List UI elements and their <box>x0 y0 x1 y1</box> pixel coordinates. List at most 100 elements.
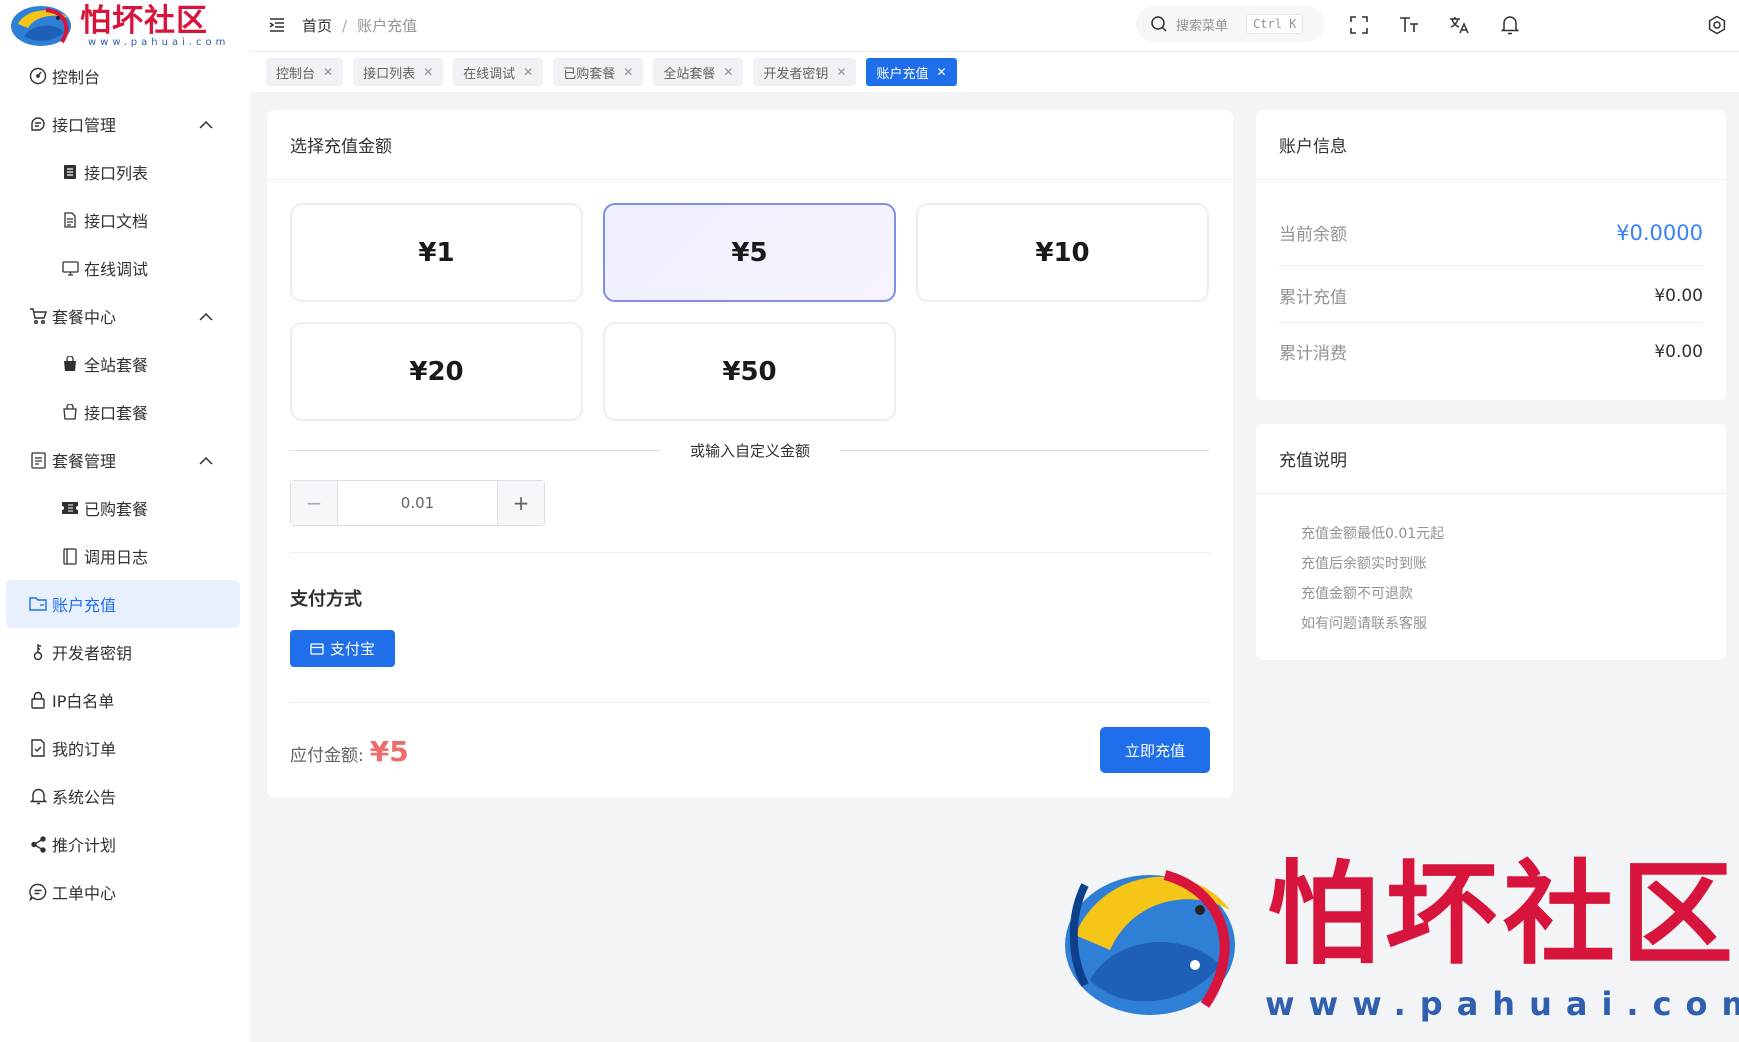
menu-fold-icon[interactable] <box>268 16 286 34</box>
row-divider <box>1279 322 1703 323</box>
balance-label: 当前余额 <box>1279 225 1347 245</box>
chevron-up-icon[interactable] <box>198 309 214 325</box>
key-icon <box>28 642 48 662</box>
close-icon[interactable]: ✕ <box>523 65 533 79</box>
bag-icon <box>60 402 80 422</box>
custom-amount-label: 或输入自定义金额 <box>689 442 810 460</box>
log-icon <box>60 546 80 566</box>
custom-amount-stepper: − 0.01 + <box>290 480 545 526</box>
translate-icon[interactable] <box>1448 14 1470 36</box>
sidebar-item-package-manage[interactable]: 套餐管理 <box>0 436 250 484</box>
breadcrumb-current: 账户充值 <box>357 17 418 35</box>
tab-online-debug[interactable]: 在线调试 ✕ <box>453 58 544 86</box>
section-divider <box>290 702 1210 703</box>
notification-bell-icon[interactable] <box>1499 14 1521 36</box>
breadcrumb-separator: / <box>342 16 348 35</box>
close-icon[interactable]: ✕ <box>423 65 433 79</box>
sidebar-item-label: IP白名单 <box>52 692 115 711</box>
list-item: 充值金额不可退款 <box>1301 586 1413 602</box>
tab-dashboard[interactable]: 控制台 ✕ <box>266 58 344 86</box>
sidebar-item-developer-key[interactable]: 开发者密钥 <box>0 628 250 676</box>
tab-account-recharge[interactable]: 账户充值 ✕ <box>866 58 957 86</box>
ticket-icon <box>60 498 80 518</box>
package-manage-icon <box>28 450 48 470</box>
tab-label: 接口列表 <box>363 66 416 82</box>
sidebar-item-label: 工单中心 <box>52 884 117 903</box>
sidebar-item-label: 调用日志 <box>84 548 149 567</box>
sidebar-item-ticket-center[interactable]: 工单中心 <box>0 868 250 916</box>
bell-icon <box>28 786 48 806</box>
card-icon <box>310 642 324 655</box>
total-spend-row: 累计消费 ¥0.00 <box>1279 339 1703 365</box>
sidebar-item-api-doc[interactable]: 接口文档 <box>0 196 250 244</box>
sidebar-item-call-log[interactable]: 调用日志 <box>0 532 250 580</box>
sidebar-item-label: 我的订单 <box>52 740 117 759</box>
amount-option-10[interactable]: ¥10 <box>916 203 1209 302</box>
search-placeholder: 搜索菜单 <box>1176 18 1229 34</box>
breadcrumb-home[interactable]: 首页 <box>302 15 332 36</box>
sidebar-item-ip-whitelist[interactable]: IP白名单 <box>0 676 250 724</box>
amount-option-5[interactable]: ¥5 <box>603 203 896 302</box>
tab-site-package[interactable]: 全站套餐 ✕ <box>653 58 744 86</box>
chevron-up-icon[interactable] <box>198 453 214 469</box>
chevron-up-icon[interactable] <box>198 117 214 133</box>
increase-button[interactable]: + <box>498 481 544 525</box>
account-info-card: 账户信息 当前余额 ¥0.0000 累计充值 ¥0.00 累计消费 ¥0.00 <box>1256 110 1726 400</box>
tab-developer-key[interactable]: 开发者密钥 ✕ <box>753 58 857 86</box>
sidebar-item-my-orders[interactable]: 我的订单 <box>0 724 250 772</box>
breadcrumb: 首页 / 账户充值 <box>302 15 417 36</box>
close-icon[interactable]: ✕ <box>723 65 733 79</box>
tab-label: 全站套餐 <box>663 66 716 82</box>
settings-icon[interactable] <box>1706 14 1728 36</box>
close-icon[interactable]: ✕ <box>623 65 633 79</box>
list-item: 充值后余额实时到账 <box>1301 556 1427 572</box>
fish-logo-icon <box>11 6 71 46</box>
watermark-brand-name: 怕坏社区 <box>1267 849 1739 980</box>
close-icon[interactable]: ✕ <box>836 65 846 79</box>
sidebar-item-purchased-package[interactable]: 已购套餐 <box>0 484 250 532</box>
sidebar-item-api-manage[interactable]: 接口管理 <box>0 100 250 148</box>
fullscreen-icon[interactable] <box>1348 14 1370 36</box>
balance-row: 当前余额 ¥0.0000 <box>1279 220 1703 246</box>
api-manage-icon <box>28 114 48 134</box>
decrease-button[interactable]: − <box>291 481 337 525</box>
tab-api-list[interactable]: 接口列表 ✕ <box>353 58 444 86</box>
tab-purchased-package[interactable]: 已购套餐 ✕ <box>553 58 644 86</box>
sidebar-item-api-package[interactable]: 接口套餐 <box>0 388 250 436</box>
sidebar-item-package-center[interactable]: 套餐中心 <box>0 292 250 340</box>
row-divider <box>1279 265 1703 266</box>
sidebar-item-api-list[interactable]: 接口列表 <box>0 148 250 196</box>
sidebar-item-label: 推介计划 <box>52 836 117 855</box>
amount-option-20[interactable]: ¥20 <box>290 322 583 421</box>
font-size-icon[interactable] <box>1398 14 1420 36</box>
dashboard-icon <box>28 66 48 86</box>
watermark-brand-url: www.pahuai.com <box>1265 985 1739 1023</box>
sidebar-item-dashboard[interactable]: 控制台 <box>0 52 250 100</box>
sidebar-item-referral[interactable]: 推介计划 <box>0 820 250 868</box>
sidebar-item-site-package[interactable]: 全站套餐 <box>0 340 250 388</box>
recharge-notes-title: 充值说明 <box>1256 424 1726 494</box>
recharge-now-button[interactable]: 立即充值 <box>1100 727 1210 773</box>
order-icon <box>28 738 48 758</box>
watermark: 怕坏社区 www.pahuai.com <box>1055 855 1739 1042</box>
tab-bar: 控制台 ✕ 接口列表 ✕ 在线调试 ✕ 已购套餐 ✕ 全站套餐 ✕ 开发者密钥 ✕ 账户充值… <box>250 52 1739 92</box>
close-icon[interactable]: ✕ <box>323 65 333 79</box>
menu-search[interactable]: 搜索菜单 Ctrl K <box>1136 6 1324 42</box>
amount-option-1[interactable]: ¥1 <box>290 203 583 302</box>
amount-option-50[interactable]: ¥50 <box>603 322 896 421</box>
bag-filled-icon <box>60 354 80 374</box>
balance-value: ¥0.0000 <box>1616 220 1703 245</box>
sidebar-item-label: 开发者密钥 <box>52 644 133 663</box>
close-icon[interactable]: ✕ <box>936 65 946 79</box>
custom-amount-input[interactable]: 0.01 <box>337 481 498 525</box>
alipay-button[interactable]: 支付宝 <box>290 630 395 667</box>
sidebar-item-label: 全站套餐 <box>84 356 149 375</box>
folder-icon <box>28 594 48 614</box>
sidebar-item-online-debug[interactable]: 在线调试 <box>0 244 250 292</box>
sidebar-item-announcement[interactable]: 系统公告 <box>0 772 250 820</box>
sidebar-item-account-recharge[interactable]: 账户充值 <box>6 580 240 628</box>
brand-logo[interactable]: 怕坏社区 www.pahuai.com <box>0 0 250 52</box>
payment-method-title: 支付方式 <box>290 589 362 610</box>
chat-icon <box>28 882 48 902</box>
sidebar-item-label: 已购套餐 <box>84 500 149 519</box>
